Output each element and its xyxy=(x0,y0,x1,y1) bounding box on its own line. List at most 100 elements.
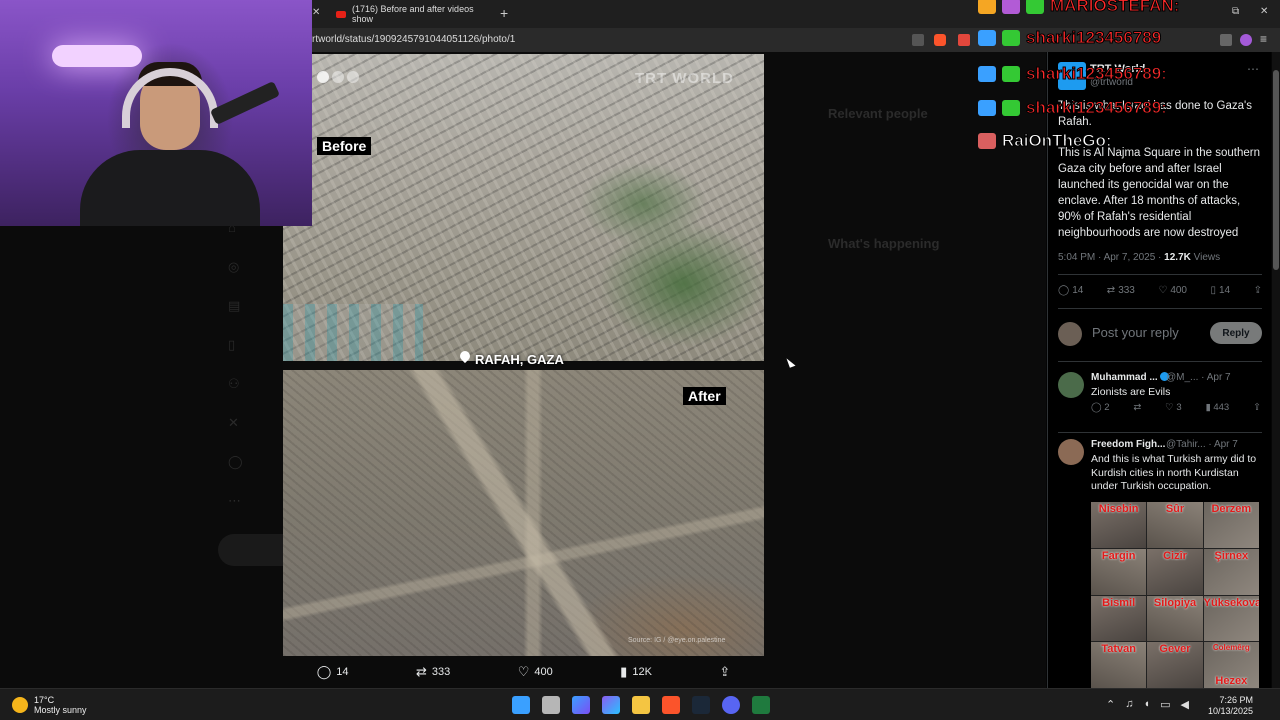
whats-happening-heading: What's happening xyxy=(828,236,940,251)
youtube-icon xyxy=(336,10,346,18)
repost-action[interactable]: ⇄ 333 xyxy=(416,664,450,680)
tab-close-icon[interactable]: ✕ xyxy=(312,7,320,18)
invader-badge-icon xyxy=(978,133,996,149)
reply-author-name[interactable]: Muhammad ... xyxy=(1091,372,1169,383)
microphone-icon[interactable]: ◖ xyxy=(1143,698,1150,711)
chevron-up-icon[interactable]: ⌃ xyxy=(1106,698,1115,711)
collage-cell: Silopiya xyxy=(1147,595,1203,642)
tweet-share-button[interactable]: ⇪ xyxy=(1254,285,1262,296)
menu-icon[interactable]: ≡ xyxy=(1260,33,1272,46)
divider xyxy=(1058,274,1262,275)
collage-label: Colemêrg xyxy=(1212,643,1250,653)
brave-browser-icon[interactable] xyxy=(662,696,680,714)
repost-count: 333 xyxy=(431,666,451,678)
tweet-repost-button[interactable]: ⇄ 333 xyxy=(1107,285,1135,296)
chat-line: MARIOSTEFAN: xyxy=(978,0,1180,16)
reply-view-count: 443 xyxy=(1213,402,1230,413)
more-options-icon[interactable]: ⋯ xyxy=(1247,62,1259,76)
taskbar: 17°C Mostly sunny ⌃ ♫ ◖ ▭ ◀ 7:26 PM 10/1… xyxy=(0,688,1280,720)
invader-badge-icon xyxy=(978,66,996,82)
collage-cell: Nisebin xyxy=(1091,502,1147,548)
reply-input[interactable]: Post your reply xyxy=(1092,325,1179,340)
collage-cell: Şirnex xyxy=(1203,548,1259,595)
cast-icon[interactable] xyxy=(912,34,924,46)
reply-count: 14 xyxy=(336,666,349,678)
windows-start-icon[interactable] xyxy=(512,696,530,714)
relevant-people-heading: Relevant people xyxy=(828,106,928,121)
collage-label: Cizîr xyxy=(1163,549,1187,562)
reply-reply-button[interactable]: ◯ 2 xyxy=(1091,402,1110,413)
collage-cell: Cizîr xyxy=(1147,548,1203,595)
share-action[interactable]: ⇪ xyxy=(719,664,730,680)
scrollbar-thumb[interactable] xyxy=(1273,70,1279,270)
file-explorer-icon[interactable] xyxy=(632,696,650,714)
tweet-bookmark-button[interactable]: ▯ 14 xyxy=(1210,285,1230,296)
reply-like-button[interactable]: ♡ 3 xyxy=(1165,402,1181,413)
collage-label: Tatvan xyxy=(1101,643,1136,656)
profile-icon[interactable] xyxy=(1240,34,1252,46)
heart-icon: ♡ xyxy=(517,664,530,679)
sub-badge-icon xyxy=(1002,30,1020,46)
clock[interactable]: 7:26 PM 10/13/2025 xyxy=(1208,695,1253,717)
brave-shield-icon[interactable] xyxy=(934,34,946,46)
screen: ✕ (1716) Before and after videos show + … xyxy=(0,0,1280,720)
ghost-nav-item: ▤ xyxy=(228,298,241,313)
weather-widget[interactable]: 17°C Mostly sunny xyxy=(12,695,87,715)
collage-label: Sûr xyxy=(1165,503,1185,515)
steam-icon[interactable] xyxy=(692,696,710,714)
chat-line: sharki123456789: xyxy=(978,64,1167,84)
before-label: Before xyxy=(317,137,372,155)
reply-action[interactable]: ◯ 14 xyxy=(317,664,349,680)
tweet-reply-button[interactable]: ◯ 14 xyxy=(1058,285,1083,296)
time: 7:26 PM xyxy=(1219,695,1254,705)
reply-repost-button[interactable]: ⇄ xyxy=(1133,402,1141,413)
reply-item[interactable]: Muhammad ... @M_... · Apr 7 Zionists are… xyxy=(1058,372,1262,422)
tweet-timestamp[interactable]: 5:04 PM · Apr 7, 2025 · xyxy=(1058,252,1164,263)
excel-icon[interactable] xyxy=(752,696,770,714)
share-icon: ⇪ xyxy=(719,664,731,679)
ghost-nav-item: ⚇ xyxy=(228,376,240,391)
close-window-icon[interactable]: ✕ xyxy=(1260,6,1268,17)
sub-badge-icon xyxy=(1002,66,1020,82)
new-tab-icon[interactable]: + xyxy=(500,5,508,21)
carousel-dot xyxy=(332,71,344,83)
reply-item[interactable]: Freedom Figh... @Tahir... · Apr 7 And th… xyxy=(1058,439,1262,499)
copilot-icon[interactable] xyxy=(572,696,590,714)
tweet-like-button[interactable]: ♡ 400 xyxy=(1158,285,1187,296)
avatar[interactable] xyxy=(1058,439,1084,465)
extension-icon[interactable] xyxy=(958,34,970,46)
tweet-like-count: 400 xyxy=(1170,285,1187,296)
url-text[interactable]: rtworld/status/1909245791044051126/photo… xyxy=(312,34,515,45)
tweet-reply-count: 14 xyxy=(1072,285,1084,296)
copilot-app-icon[interactable] xyxy=(602,696,620,714)
task-view-icon[interactable] xyxy=(542,696,560,714)
reply-image-collage[interactable]: Nisebin Sûr Derzem Fargin Cizîr Şirnex B… xyxy=(1091,502,1259,688)
views-action[interactable]: ▮ 12K xyxy=(620,664,652,680)
like-action[interactable]: ♡ 400 xyxy=(518,664,553,680)
shield-icon[interactable] xyxy=(1220,34,1232,46)
reply-author-name-text: Muhammad ... xyxy=(1091,372,1158,383)
share-icon[interactable]: ⇪ xyxy=(1253,402,1261,413)
reply-button[interactable]: Reply xyxy=(1210,322,1262,344)
ghost-nav-item: ⋯ xyxy=(228,493,241,508)
restore-icon[interactable]: ⧉ xyxy=(1232,6,1239,17)
network-icon[interactable]: ▭ xyxy=(1160,698,1170,711)
chat-username: MARIOSTEFAN: xyxy=(1049,0,1180,16)
location-pin-icon xyxy=(459,351,471,367)
avatar[interactable] xyxy=(1058,372,1084,398)
browser-tab[interactable]: (1716) Before and after videos show xyxy=(330,4,490,24)
share-icon: ⇪ xyxy=(1253,285,1262,296)
volume-icon[interactable]: ◀ xyxy=(1181,698,1189,711)
sub-badge-icon xyxy=(1026,0,1044,14)
collage-cell: Tatvan xyxy=(1091,642,1147,688)
before-image xyxy=(283,54,764,361)
discord-icon[interactable] xyxy=(722,696,740,714)
audio-icon[interactable]: ♫ xyxy=(1125,698,1133,711)
sub-badge-icon xyxy=(1002,100,1020,116)
reply-views-button[interactable]: ▮ 443 xyxy=(1205,402,1229,413)
weather-condition: Mostly sunny xyxy=(34,705,87,715)
divider xyxy=(1058,308,1262,309)
tweet-bookmark-count: 14 xyxy=(1218,285,1231,296)
reply-author-name[interactable]: Freedom Figh... xyxy=(1091,439,1165,450)
media-viewer[interactable]: TRT WORLD Before After RAFAH, GAZA Sourc… xyxy=(283,54,764,656)
